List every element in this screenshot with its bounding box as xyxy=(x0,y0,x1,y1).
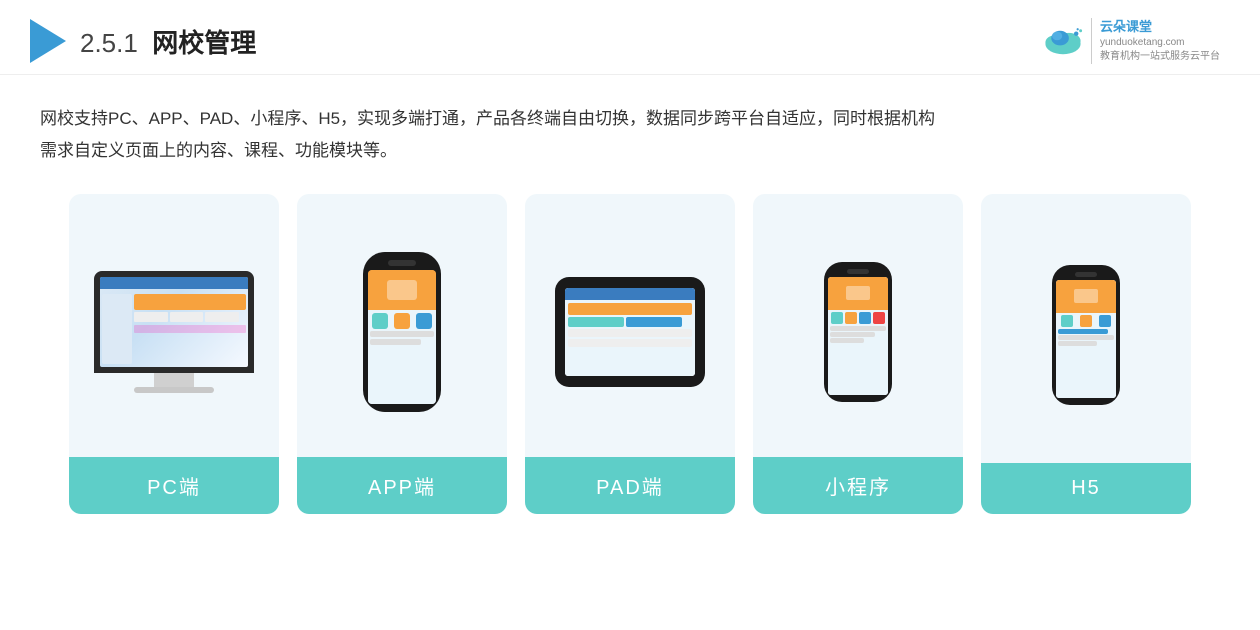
device-area-h5 xyxy=(1036,194,1136,463)
section-number: 2.5.1 xyxy=(80,28,138,58)
app-screen-fill xyxy=(368,270,436,404)
brand-url: yunduoketang.com xyxy=(1100,36,1220,50)
brand-logo: 云朵课堂 yunduoketang.com 教育机构一站式服务云平台 xyxy=(1041,18,1220,64)
phone-notch xyxy=(388,260,416,266)
device-area-app xyxy=(347,194,457,457)
pc-stand xyxy=(154,373,194,387)
brand-name: 云朵课堂 xyxy=(1100,18,1220,36)
mini-phone-mockup xyxy=(824,262,892,402)
pc-base xyxy=(134,387,214,393)
device-area-mini xyxy=(808,194,908,457)
h5-screen xyxy=(1056,280,1116,398)
brand-tagline: 教育机构一站式服务云平台 xyxy=(1100,50,1220,64)
card-mini: 小程序 xyxy=(753,194,963,514)
card-label-pad: PAD端 xyxy=(525,457,735,514)
header-left: 2.5.1 网校管理 xyxy=(30,19,256,63)
app-screen xyxy=(368,270,436,404)
h5-phone-mockup xyxy=(1052,265,1120,405)
tablet-mockup xyxy=(555,277,705,387)
device-area-pad xyxy=(539,194,721,457)
card-pad: PAD端 xyxy=(525,194,735,514)
brand-text-block: 云朵课堂 yunduoketang.com 教育机构一站式服务云平台 xyxy=(1091,18,1220,64)
tablet-screen xyxy=(565,288,695,376)
pc-screen xyxy=(100,277,248,367)
card-app: APP端 xyxy=(297,194,507,514)
page-title: 2.5.1 网校管理 xyxy=(80,23,256,60)
description-block: 网校支持PC、APP、PAD、小程序、H5，实现多端打通，产品各终端自由切换，数… xyxy=(0,75,1260,184)
pc-monitor xyxy=(94,271,254,373)
card-label-h5: H5 xyxy=(981,463,1191,514)
mini-screen xyxy=(828,277,888,395)
card-label-app: APP端 xyxy=(297,457,507,514)
desc-line2: 需求自定义页面上的内容、课程、功能模块等。 xyxy=(40,141,397,160)
page: 2.5.1 网校管理 xyxy=(0,0,1260,630)
header-right: 云朵课堂 yunduoketang.com 教育机构一站式服务云平台 xyxy=(1041,18,1220,64)
card-label-mini: 小程序 xyxy=(753,457,963,514)
device-area-pc xyxy=(78,194,270,457)
description-text: 网校支持PC、APP、PAD、小程序、H5，实现多端打通，产品各终端自由切换，数… xyxy=(40,103,1220,166)
card-pc: PC端 xyxy=(69,194,279,514)
cards-container: PC端 xyxy=(0,184,1260,544)
header: 2.5.1 网校管理 xyxy=(0,0,1260,75)
pc-mockup xyxy=(94,271,254,393)
brand-cloud-icon xyxy=(1041,23,1085,59)
mini-notch xyxy=(847,269,869,274)
card-label-pc: PC端 xyxy=(69,457,279,514)
pc-screen-fill xyxy=(100,277,248,367)
logo-triangle-icon xyxy=(30,19,66,63)
section-title: 网校管理 xyxy=(152,28,256,58)
desc-line1: 网校支持PC、APP、PAD、小程序、H5，实现多端打通，产品各终端自由切换，数… xyxy=(40,109,935,128)
app-phone-mockup xyxy=(363,252,441,412)
h5-notch xyxy=(1075,272,1097,277)
card-h5: H5 xyxy=(981,194,1191,514)
